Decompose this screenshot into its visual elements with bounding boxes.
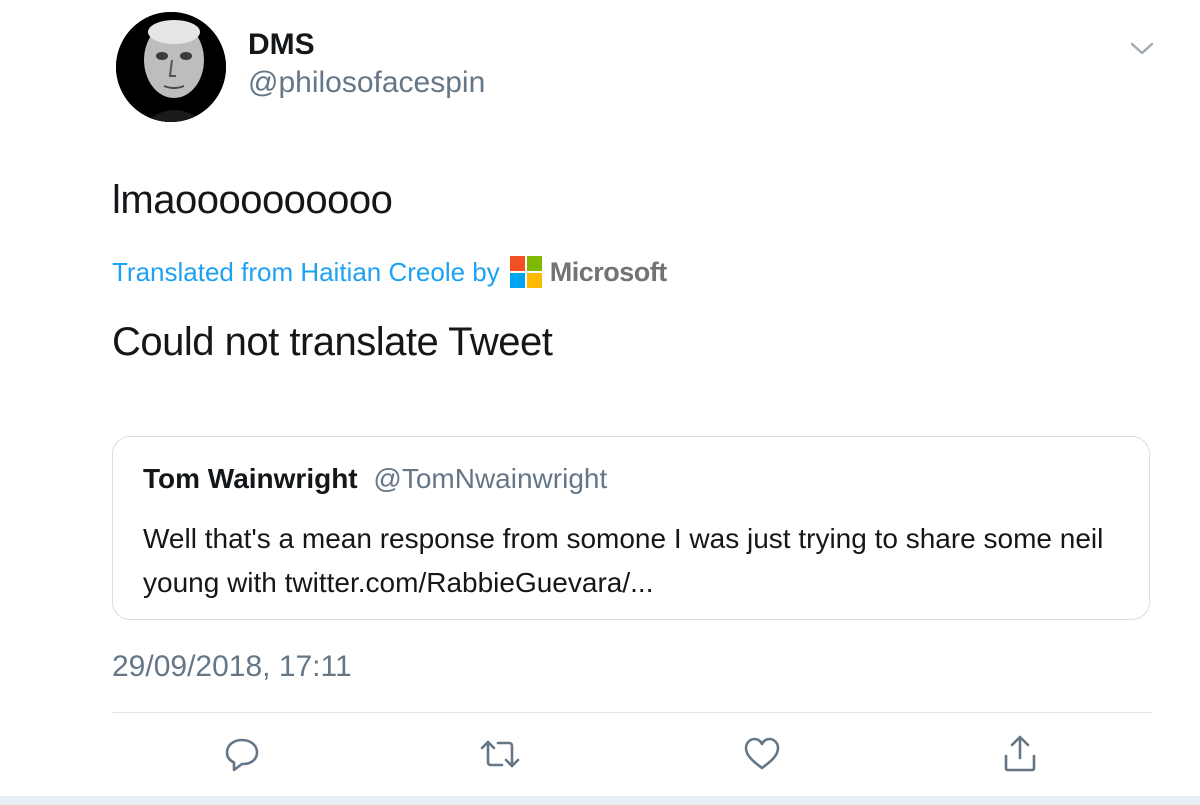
avatar[interactable] — [116, 12, 226, 122]
reply-icon — [225, 738, 259, 772]
quoted-tweet-text: Well that's a mean response from somone … — [143, 523, 1104, 598]
quoted-tweet-card[interactable]: Tom Wainwright @TomNwainwright Well that… — [112, 436, 1150, 620]
share-button[interactable] — [998, 734, 1042, 774]
divider — [112, 712, 1152, 713]
translation-provider: Microsoft — [549, 256, 668, 287]
chevron-down-icon[interactable] — [1128, 36, 1156, 60]
avatar-photo — [116, 12, 226, 122]
retweet-button[interactable] — [478, 734, 522, 774]
microsoft-logo-icon — [509, 256, 542, 288]
share-icon — [1004, 735, 1036, 772]
author-display-name[interactable]: DMS — [248, 28, 315, 62]
translation-result: Could not translate Tweet — [112, 320, 553, 364]
translation-attribution[interactable]: Translated from Haitian Creole by Micros… — [112, 254, 667, 290]
retweet-icon — [480, 740, 520, 768]
quoted-author-name: Tom Wainwright — [143, 463, 358, 494]
author-handle[interactable]: @philosofacespin — [248, 66, 485, 100]
tweet-text: lmaoooooooooo — [112, 178, 393, 222]
translation-label: Translated from Haitian Creole by — [112, 256, 500, 287]
quoted-tweet-header: Tom Wainwright @TomNwainwright — [143, 463, 607, 495]
reply-button[interactable] — [220, 734, 264, 774]
quoted-author-handle: @TomNwainwright — [373, 463, 608, 494]
heart-icon — [744, 737, 780, 770]
tweet-timestamp[interactable]: 29/09/2018, 17:11 — [112, 650, 352, 684]
bottom-strip — [0, 796, 1200, 805]
like-button[interactable] — [740, 734, 784, 774]
